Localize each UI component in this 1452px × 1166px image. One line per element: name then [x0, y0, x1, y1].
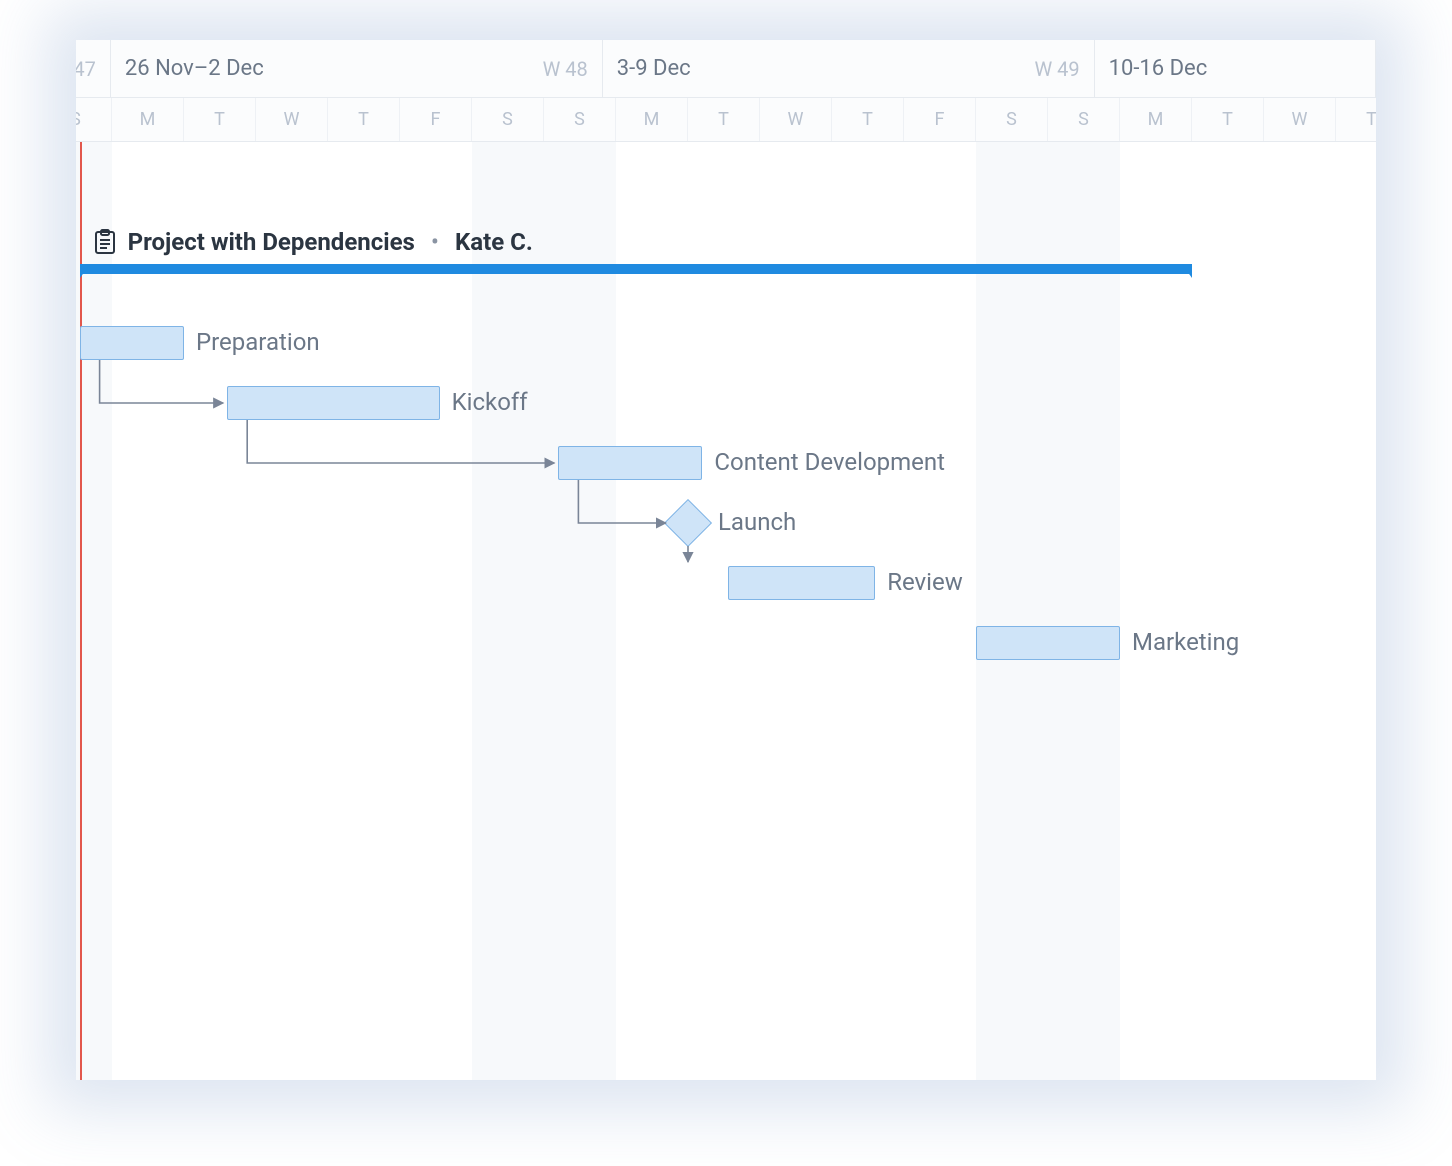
week-segment: 10-16 Dec — [1095, 40, 1376, 97]
gantt-task-bar[interactable] — [80, 326, 184, 360]
dependency-lines — [76, 142, 1376, 1080]
week-range-label: 10-16 Dec — [1109, 56, 1208, 81]
gantt-task-bar[interactable] — [976, 626, 1120, 660]
project-header[interactable]: Project with Dependencies • Kate C. — [94, 228, 533, 256]
day-header-cell: T — [328, 98, 400, 141]
day-header-cell: F — [904, 98, 976, 141]
day-header-cell: T — [1336, 98, 1376, 141]
today-indicator-line — [80, 142, 82, 1080]
day-header-cell: W — [256, 98, 328, 141]
day-header-cell: T — [184, 98, 256, 141]
week-number-label: 47 — [76, 57, 96, 81]
week-segment: 3-9 Dec W 49 — [603, 40, 1095, 97]
gantt-task-bar[interactable] — [728, 566, 876, 600]
project-owner: Kate C. — [455, 228, 533, 256]
day-header-cell: S — [976, 98, 1048, 141]
day-header-cell: S — [544, 98, 616, 141]
weekend-column — [472, 142, 544, 1080]
weekend-column — [976, 142, 1048, 1080]
separator-dot: • — [427, 228, 443, 256]
clipboard-icon — [94, 229, 116, 255]
task-label: Marketing — [1132, 628, 1239, 656]
project-summary-bar[interactable] — [80, 264, 1192, 274]
task-label: Content Development — [714, 448, 945, 476]
day-header-cell: W — [1264, 98, 1336, 141]
week-range-label: 26 Nov–2 Dec — [125, 56, 264, 81]
week-number-label: W 48 — [543, 57, 588, 81]
day-header-cell: T — [832, 98, 904, 141]
day-header-cell: S — [76, 98, 112, 141]
task-label: Review — [887, 568, 963, 596]
week-segment: 47 — [76, 40, 111, 97]
gantt-milestone[interactable] — [664, 499, 712, 547]
task-label: Launch — [718, 508, 796, 536]
day-header-cell: S — [1048, 98, 1120, 141]
weekend-column — [544, 142, 616, 1080]
project-title: Project with Dependencies — [128, 228, 415, 256]
day-header-cell: F — [400, 98, 472, 141]
week-segment: 26 Nov–2 Dec W 48 — [111, 40, 603, 97]
task-label: Kickoff — [452, 388, 528, 416]
day-header-cell: W — [760, 98, 832, 141]
task-label: Preparation — [196, 328, 320, 356]
gantt-frame: 47 26 Nov–2 Dec W 48 3-9 Dec W 49 10-16 Dec S… — [76, 40, 1376, 1080]
day-header-cell: S — [472, 98, 544, 141]
week-number-label: W 49 — [1034, 57, 1079, 81]
weekend-column — [1048, 142, 1120, 1080]
timeline-header-days: SMTWTFSSMTWTFSSMTWT — [76, 98, 1376, 142]
day-header-cell: T — [1192, 98, 1264, 141]
day-header-cell: M — [616, 98, 688, 141]
day-header-cell: M — [112, 98, 184, 141]
dependency-arrow — [100, 360, 224, 403]
timeline-header-weeks: 47 26 Nov–2 Dec W 48 3-9 Dec W 49 10-16 Dec — [76, 40, 1376, 98]
day-header-cell: T — [688, 98, 760, 141]
gantt-task-bar[interactable] — [558, 446, 702, 480]
gantt-chart-area[interactable]: Project with Dependencies • Kate C. Prepa… — [76, 142, 1376, 1080]
week-range-label: 3-9 Dec — [617, 56, 691, 81]
day-header-cell: M — [1120, 98, 1192, 141]
gantt-task-bar[interactable] — [227, 386, 439, 420]
